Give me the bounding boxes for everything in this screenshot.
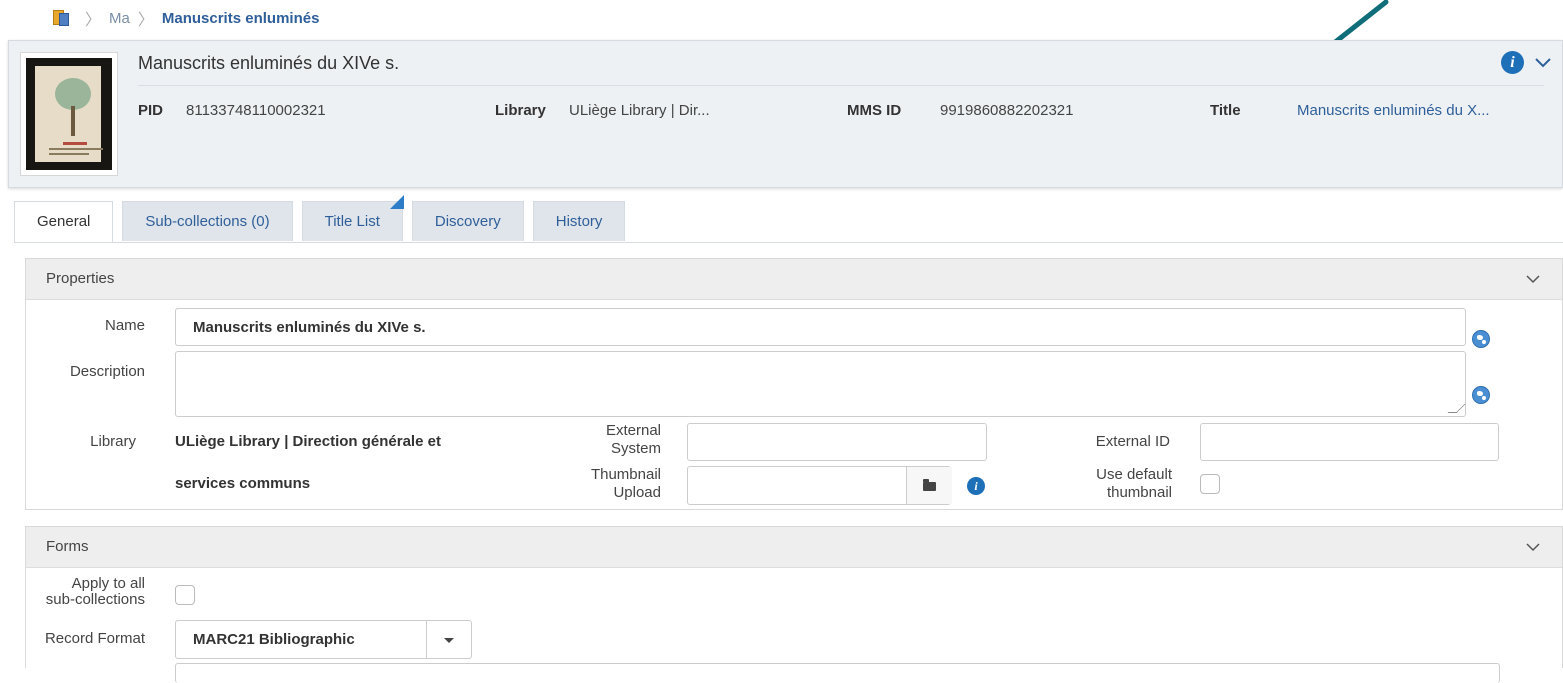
library-value-field: ULiège Library | Dir... [569, 102, 710, 119]
record-format-label: Record Format [44, 630, 145, 647]
resize-handle-icon[interactable] [1447, 404, 1466, 413]
tab-sub-collections[interactable]: Sub-collections (0) [122, 201, 293, 241]
info-icon[interactable]: i [967, 477, 985, 495]
breadcrumb-item[interactable]: Ma [109, 10, 130, 27]
name-label: Name [104, 317, 145, 334]
forms-section-header[interactable]: Forms [26, 527, 1562, 568]
tab-discovery[interactable]: Discovery [411, 201, 524, 241]
thumbnail-upload-label: Thumbnail Upload [591, 466, 661, 502]
library-home-icon[interactable] [53, 10, 69, 26]
use-default-thumbnail-label-line-1: Use default [1096, 466, 1172, 483]
caret-down-icon [444, 638, 454, 643]
forms-section: Forms Apply to all sub-collections Recor… [25, 526, 1563, 683]
tab-general[interactable]: General [14, 201, 114, 243]
properties-title: Properties [46, 270, 115, 287]
external-system-label-line-1: External [605, 422, 661, 439]
breadcrumb-separator-icon: 〉 [85, 12, 102, 29]
properties-section: Properties Name Manuscrits enluminés du … [25, 258, 1563, 510]
forms-title: Forms [46, 538, 89, 555]
external-system-field[interactable] [687, 423, 987, 461]
title-value-field: Manuscrits enluminés du X... [1297, 102, 1490, 119]
pid-value: 81133748110002321 [186, 102, 326, 119]
pid-field: PID [138, 102, 163, 119]
name-value: Manuscrits enluminés du XIVe s. [193, 319, 426, 336]
next-field-partial[interactable] [175, 663, 1500, 683]
description-field[interactable] [175, 351, 1466, 417]
apply-to-all-label: Apply to all sub-collections [46, 576, 145, 608]
tab-corner-marker-icon [390, 195, 404, 209]
mms-id-value: 9919860882202321 [940, 102, 1074, 119]
thumbnail-upload-field[interactable] [687, 466, 952, 505]
pid-label: PID [138, 102, 164, 119]
mms-id-label: MMS ID [847, 102, 902, 119]
info-icon[interactable]: i [1501, 51, 1524, 74]
tab-bar: General Sub-collections (0) Title List D… [14, 201, 634, 243]
name-field[interactable]: Manuscrits enluminés du XIVe s. [175, 308, 1466, 346]
library-field: Library [495, 102, 546, 119]
title-label: Title [1210, 102, 1241, 119]
thumbnail-upload-label-line-2: Upload [613, 484, 661, 501]
external-id-label: External ID [1095, 433, 1170, 450]
header-divider [138, 85, 1544, 86]
browse-button[interactable] [906, 467, 952, 504]
folder-icon [923, 479, 936, 491]
translate-globe-icon[interactable] [1472, 386, 1490, 404]
translate-globe-icon[interactable] [1472, 330, 1490, 348]
breadcrumb-separator-icon: 〉 [137, 12, 154, 29]
external-system-label-line-2: System [610, 440, 661, 457]
chevron-down-icon[interactable] [1526, 542, 1540, 552]
breadcrumb-current: Manuscrits enluminés [161, 9, 320, 27]
mms-value-field: 9919860882202321 [940, 102, 1073, 119]
record-format-value: MARC21 Bibliographic [193, 631, 355, 648]
pid-value-field: 81133748110002321 [186, 102, 326, 119]
tabs-divider [14, 242, 1563, 243]
mms-field: MMS ID [847, 102, 901, 119]
apply-to-all-label-line-1: Apply to all [71, 575, 145, 592]
use-default-thumbnail-label-line-2: thumbnail [1106, 484, 1172, 501]
properties-section-header[interactable]: Properties [26, 259, 1562, 300]
collection-title: Manuscrits enluminés du XIVe s. [138, 53, 400, 73]
use-default-thumbnail-label: Use default thumbnail [1096, 466, 1172, 502]
apply-to-all-sub-collections-checkbox[interactable] [175, 585, 195, 605]
external-id-field[interactable] [1200, 423, 1499, 461]
collection-thumbnail [20, 52, 118, 176]
record-format-dropdown-button[interactable] [426, 621, 471, 658]
description-label: Description [69, 363, 145, 380]
library-value: ULiège Library | Dir... [569, 102, 710, 119]
title-field: Title [1210, 102, 1241, 119]
collection-header-card: Manuscrits enluminés du XIVe s. i PID 81… [8, 40, 1563, 188]
apply-to-all-label-line-2: sub-collections [45, 591, 145, 608]
library-label: Library [495, 102, 546, 119]
tab-title-list[interactable]: Title List [301, 201, 403, 241]
thumbnail-upload-label-line-1: Thumbnail [590, 466, 661, 483]
library-label: Library [90, 433, 136, 450]
record-format-select[interactable]: MARC21 Bibliographic [175, 620, 472, 659]
library-value-line-1: ULiège Library | Direction générale et [175, 433, 441, 450]
external-system-label: External System [606, 422, 661, 458]
breadcrumb: 〉 Ma 〉 Manuscrits enluminés [53, 6, 319, 30]
title-link[interactable]: Manuscrits enluminés du X... [1297, 102, 1490, 119]
tab-history[interactable]: History [532, 201, 626, 241]
use-default-thumbnail-checkbox[interactable] [1200, 474, 1220, 494]
chevron-down-icon[interactable] [1534, 55, 1552, 69]
library-value-line-2: services communs [175, 475, 311, 492]
chevron-down-icon[interactable] [1526, 274, 1540, 284]
